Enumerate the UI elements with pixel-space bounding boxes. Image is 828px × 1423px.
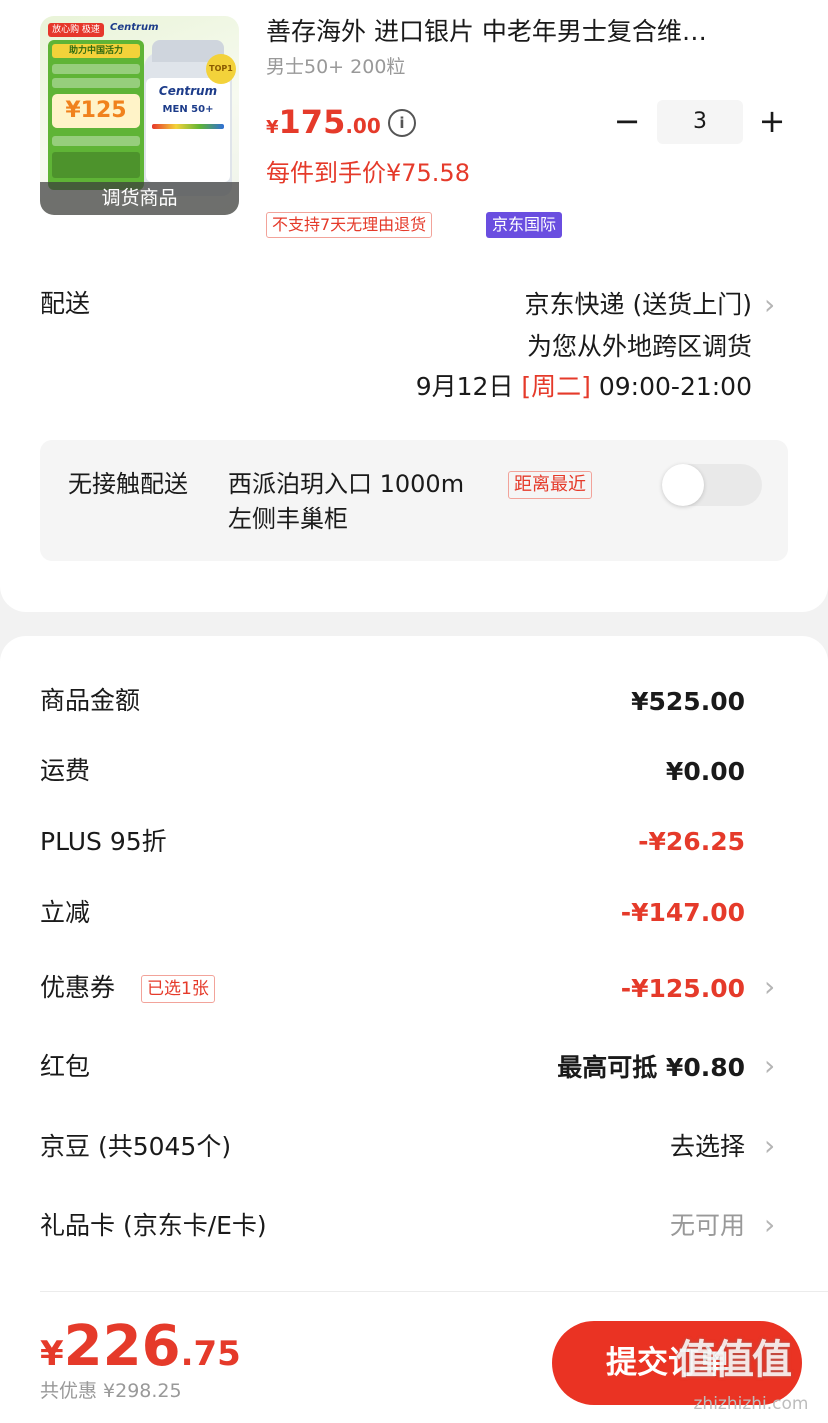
brand-logo: Centrum bbox=[110, 22, 159, 33]
total-savings: 共优惠 ¥298.25 bbox=[40, 1380, 182, 1402]
quantity-plus-button[interactable]: + bbox=[755, 102, 789, 142]
jingdou-label[interactable]: 京豆 (共5045个) bbox=[40, 1127, 231, 1167]
red-packet-label[interactable]: 红包 bbox=[40, 1047, 90, 1087]
product-price: ¥175.00 bbox=[266, 100, 381, 150]
no-return-badge: 不支持7天无理由退货 bbox=[266, 212, 433, 238]
nearest-badge: 距离最近 bbox=[508, 471, 592, 499]
shipping-method[interactable]: 京东快递 (送货上门) bbox=[300, 286, 752, 324]
instant-discount-label: 立减 bbox=[40, 898, 91, 927]
shipping-fee-label: 运费 bbox=[40, 756, 91, 785]
goods-amount-label: 商品金额 bbox=[40, 686, 141, 715]
plus-discount-value: -¥26.25 bbox=[638, 827, 745, 856]
price-currency: ¥ bbox=[266, 117, 279, 138]
delivery-weekday: [周二] bbox=[521, 372, 591, 401]
gift-card-label[interactable]: 礼品卡 (京东卡/E卡) bbox=[40, 1206, 267, 1246]
plus-discount-label: PLUS 95折 bbox=[40, 827, 167, 856]
bottle-stripe bbox=[152, 124, 224, 129]
jingdou-select[interactable]: 去选择 bbox=[440, 1127, 745, 1167]
gift-card-value[interactable]: 无可用 bbox=[440, 1206, 745, 1246]
total-decimal: .75 bbox=[180, 1334, 241, 1374]
quantity-input[interactable]: 3 bbox=[657, 100, 743, 144]
promo-headline: 助力中国活力 bbox=[52, 44, 140, 58]
product-title[interactable]: 善存海外 进口银片 中老年男士复合维… bbox=[266, 14, 786, 50]
goods-amount-value: ¥525.00 bbox=[631, 687, 745, 716]
delivery-time[interactable]: 9月12日 [周二] 09:00-21:00 bbox=[300, 368, 752, 406]
contactless-delivery-panel: 无接触配送 西派泊玥入口 1000m 距离最近 左侧丰巢柜 bbox=[40, 440, 788, 561]
toggle-knob bbox=[662, 464, 704, 506]
instant-discount-value: -¥147.00 bbox=[620, 898, 745, 927]
transfer-goods-band: 调货商品 bbox=[40, 182, 239, 215]
chevron-right-icon[interactable]: › bbox=[764, 1127, 775, 1165]
watermark-url: zhizhizhi.com bbox=[693, 1394, 809, 1414]
promo-row bbox=[52, 64, 140, 74]
promo-panel: 助力中国活力 ¥125 bbox=[48, 40, 144, 190]
delivery-window: 09:00-21:00 bbox=[598, 372, 752, 401]
delivery-label: 配送 bbox=[40, 289, 91, 318]
red-packet-value[interactable]: 最高可抵 ¥0.80 bbox=[440, 1048, 745, 1088]
quantity-minus-button[interactable]: − bbox=[610, 102, 644, 142]
divider bbox=[40, 1291, 828, 1292]
bottle-product-line: MEN 50+ bbox=[162, 104, 214, 115]
delivery-date: 9月12日 bbox=[415, 372, 514, 401]
unit-price: 每件到手价¥75.58 bbox=[266, 159, 470, 187]
top1-badge: TOP1 bbox=[206, 54, 236, 84]
jd-international-badge: 京东国际 bbox=[486, 212, 563, 238]
product-spec: 男士50+ 200粒 bbox=[266, 56, 406, 78]
contactless-label: 无接触配送 bbox=[68, 470, 188, 498]
locker-location: 左侧丰巢柜 bbox=[228, 505, 348, 533]
contactless-toggle[interactable] bbox=[662, 464, 762, 506]
bottle-brand: Centrum bbox=[158, 84, 218, 98]
promo-thumbs bbox=[52, 152, 140, 178]
price-integer: 175 bbox=[278, 103, 346, 141]
shipping-note: 为您从外地跨区调货 bbox=[526, 332, 752, 361]
info-icon[interactable]: i bbox=[388, 109, 416, 137]
price-decimal: .00 bbox=[345, 114, 381, 138]
product-image[interactable]: 放心购 极速达 Centrum 助力中国活力 ¥125 Centrum MEN … bbox=[40, 16, 239, 215]
chevron-right-icon[interactable]: › bbox=[764, 968, 775, 1006]
promo-price: ¥125 bbox=[52, 94, 140, 128]
locker-address: 西派泊玥入口 1000m bbox=[228, 470, 465, 498]
promo-row bbox=[52, 136, 140, 146]
shipping-fee-value: ¥0.00 bbox=[665, 757, 745, 786]
promo-row bbox=[52, 78, 140, 88]
total-currency: ¥ bbox=[40, 1334, 64, 1374]
coupon-value[interactable]: -¥125.00 bbox=[440, 969, 745, 1009]
promo-tag: 放心购 极速达 bbox=[48, 23, 104, 49]
watermark-logo: 值值值 bbox=[676, 1337, 792, 1383]
product-card: 放心购 极速达 Centrum 助力中国活力 ¥125 Centrum MEN … bbox=[0, 0, 828, 612]
coupon-label[interactable]: 优惠券 bbox=[40, 968, 115, 1008]
chevron-right-icon[interactable]: › bbox=[764, 286, 775, 324]
bottle-label: Centrum MEN 50+ bbox=[146, 78, 230, 182]
chevron-right-icon[interactable]: › bbox=[764, 1047, 775, 1085]
chevron-right-icon[interactable]: › bbox=[764, 1206, 775, 1244]
coupon-selected-badge: 已选1张 bbox=[141, 975, 215, 1003]
total-integer: 226 bbox=[63, 1314, 181, 1379]
